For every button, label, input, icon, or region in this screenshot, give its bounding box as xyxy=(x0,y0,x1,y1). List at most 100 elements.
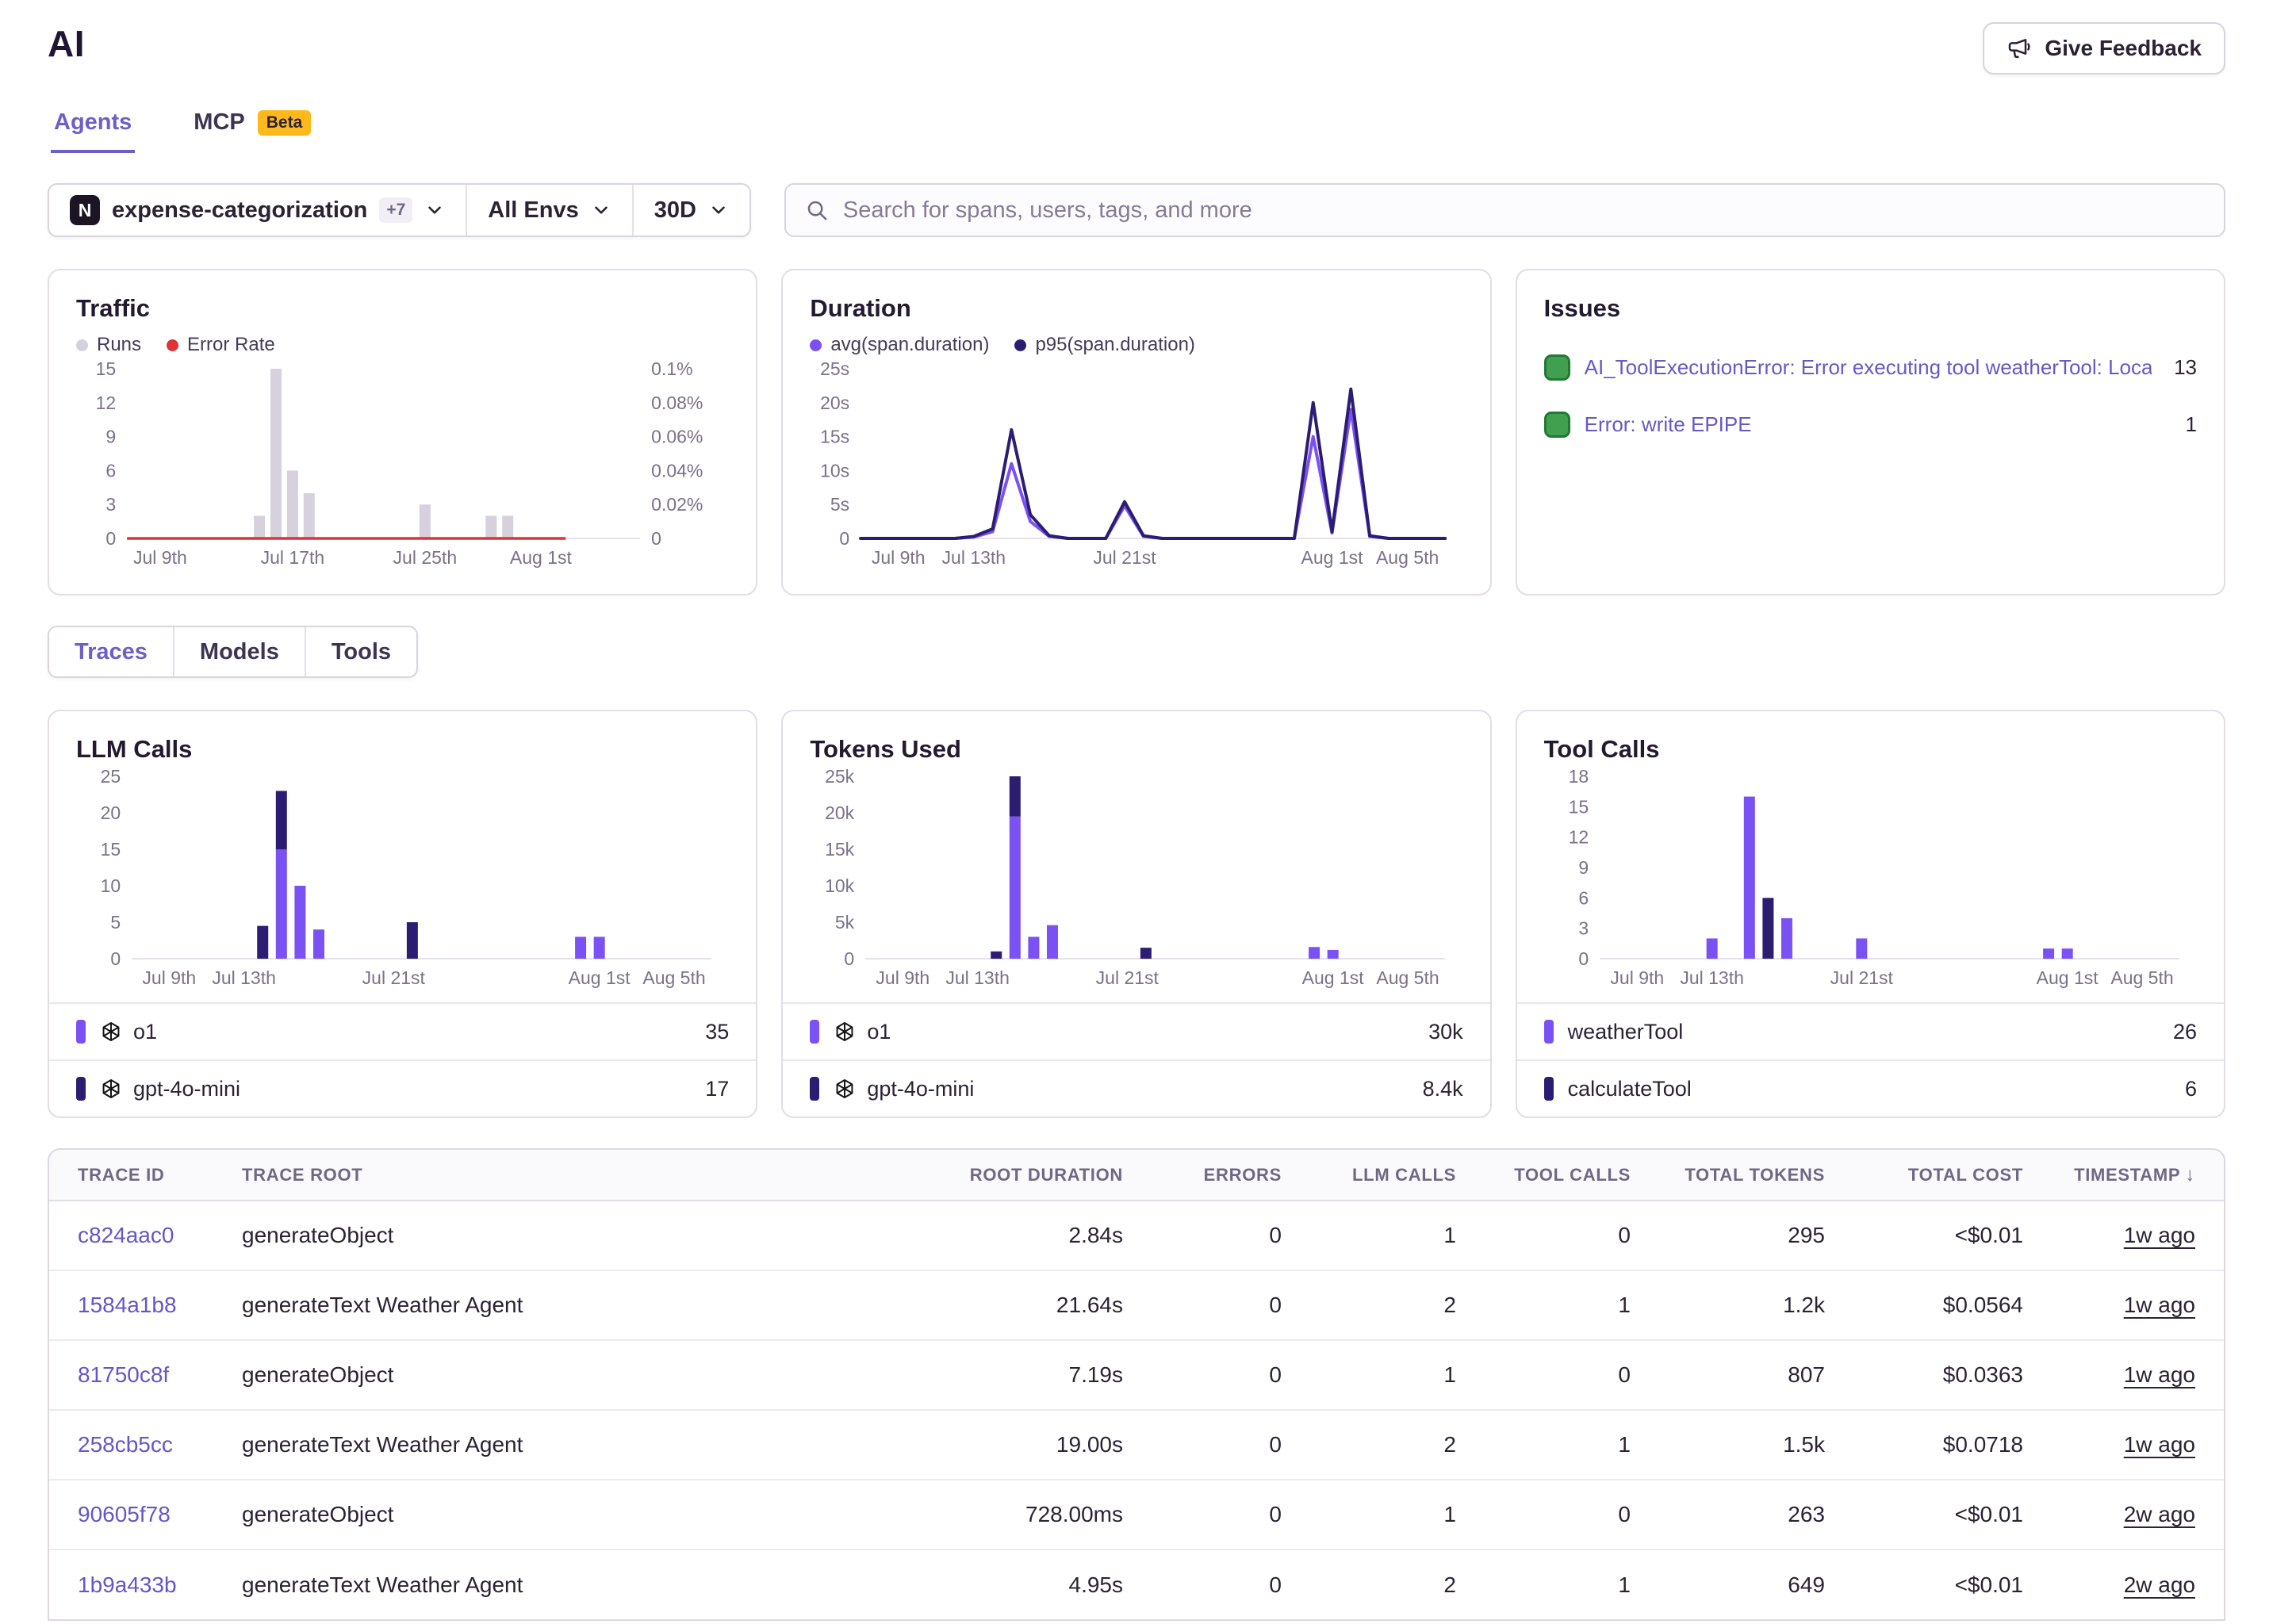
search-bar[interactable] xyxy=(784,183,2225,237)
svg-text:20s: 20s xyxy=(820,393,849,413)
legend-dot xyxy=(1014,339,1026,351)
subtab-tools[interactable]: Tools xyxy=(305,627,416,676)
tab-agents-label: Agents xyxy=(54,109,132,136)
filter-row: N expense-categorization +7 All Envs 30D xyxy=(48,183,2225,237)
issue-count: 1 xyxy=(2186,412,2197,437)
cell-timestamp: 2w ago xyxy=(2037,1480,2224,1549)
cell-total-tokens: 295 xyxy=(1645,1201,1839,1270)
table-row[interactable]: 258cb5ccgenerateText Weather Agent19.00s… xyxy=(49,1410,2224,1480)
legend-total-row[interactable]: o130k xyxy=(783,1002,1489,1059)
chevron-down-icon xyxy=(591,200,611,220)
project-filter-dropdown[interactable]: N expense-categorization +7 xyxy=(49,185,466,236)
svg-text:12: 12 xyxy=(1568,827,1589,848)
cell-tool-calls: 1 xyxy=(1470,1549,1645,1619)
tab-mcp-label: MCP xyxy=(194,109,244,136)
beta-badge: Beta xyxy=(258,110,312,136)
chevron-down-icon xyxy=(424,200,445,220)
subtab-models[interactable]: Models xyxy=(173,627,305,676)
trace-id-link[interactable]: 1584a1b8 xyxy=(78,1293,177,1317)
column-header-errors[interactable]: ERRORS xyxy=(1137,1150,1296,1201)
issue-row[interactable]: Error: write EPIPE 1 xyxy=(1544,396,2197,453)
svg-text:6: 6 xyxy=(105,460,116,481)
environment-filter-dropdown[interactable]: All Envs xyxy=(466,185,631,236)
table-row[interactable]: 81750c8fgenerateObject7.19s010807$0.0363… xyxy=(49,1340,2224,1410)
tool-calls-card-title: Tool Calls xyxy=(1544,735,2197,764)
column-header-total-tokens[interactable]: TOTAL TOKENS xyxy=(1645,1150,1839,1201)
cell-errors: 0 xyxy=(1137,1340,1296,1410)
column-label: TRACE ROOT xyxy=(242,1165,362,1185)
svg-text:9: 9 xyxy=(105,427,116,447)
give-feedback-button[interactable]: Give Feedback xyxy=(1983,22,2225,75)
llm-calls-card: LLM Calls 0510152025Jul 9thJul 13thJul 2… xyxy=(48,710,757,1118)
column-header-root-duration[interactable]: ROOT DURATION xyxy=(915,1150,1137,1201)
series-name: o1 xyxy=(867,1020,891,1044)
svg-text:Jul 9th: Jul 9th xyxy=(133,547,187,568)
table-row[interactable]: 1584a1b8generateText Weather Agent21.64s… xyxy=(49,1270,2224,1340)
cell-llm-calls: 2 xyxy=(1296,1549,1470,1619)
trace-id-link[interactable]: 90605f78 xyxy=(78,1502,171,1526)
cell-llm-calls: 1 xyxy=(1296,1480,1470,1549)
column-header-trace-id[interactable]: TRACE ID xyxy=(49,1150,228,1201)
column-header-tool-calls[interactable]: TOOL CALLS xyxy=(1470,1150,1645,1201)
tokens-used-legend: o130kgpt-4o-mini8.4k xyxy=(783,1002,1489,1116)
trace-id-link[interactable]: c824aac0 xyxy=(78,1223,174,1247)
cell-trace-root: generateObject xyxy=(228,1480,915,1549)
table-row[interactable]: c824aac0generateObject2.84s010295<$0.011… xyxy=(49,1201,2224,1270)
subtab-traces[interactable]: Traces xyxy=(49,627,173,676)
tab-agents[interactable]: Agents xyxy=(51,103,135,153)
timestamp-value: 1w ago xyxy=(2124,1293,2195,1317)
search-input[interactable] xyxy=(843,197,2205,224)
legend-label: p95(span.duration) xyxy=(1035,334,1194,356)
series-swatch xyxy=(1544,1077,1554,1101)
svg-text:0.1%: 0.1% xyxy=(651,361,692,379)
series-swatch xyxy=(1544,1020,1554,1044)
cell-total-cost: <$0.01 xyxy=(1839,1201,2037,1270)
column-header-timestamp[interactable]: TIMESTAMP↓ xyxy=(2037,1150,2224,1201)
trace-id-link[interactable]: 81750c8f xyxy=(78,1362,169,1387)
legend-total-row[interactable]: o135 xyxy=(49,1002,756,1059)
legend-total-row[interactable]: weatherTool26 xyxy=(1517,1002,2224,1059)
svg-text:15: 15 xyxy=(101,839,121,860)
svg-text:0.06%: 0.06% xyxy=(651,427,703,447)
column-header-trace-root[interactable]: TRACE ROOT xyxy=(228,1150,915,1201)
issue-count: 13 xyxy=(2174,355,2197,380)
legend-label: Runs xyxy=(97,334,141,356)
table-row[interactable]: 90605f78generateObject728.00ms010263<$0.… xyxy=(49,1480,2224,1549)
issue-row[interactable]: AI_ToolExecutionError: Error executing t… xyxy=(1544,339,2197,396)
duration-card-title: Duration xyxy=(810,294,1462,323)
ai-dashboard-page: AI Give Feedback Agents MCP Beta N expen… xyxy=(0,0,2273,1621)
svg-text:12: 12 xyxy=(96,393,117,413)
tab-mcp[interactable]: MCP Beta xyxy=(190,103,314,153)
cell-root-duration: 7.19s xyxy=(915,1340,1137,1410)
trace-id-link[interactable]: 1b9a433b xyxy=(78,1572,177,1597)
legend-item: p95(span.duration) xyxy=(1014,334,1194,356)
svg-text:Aug 5th: Aug 5th xyxy=(1376,547,1439,568)
duration-card: Duration avg(span.duration) p95(span.dura… xyxy=(781,269,1491,596)
legend-item: avg(span.duration) xyxy=(810,334,989,356)
svg-text:6: 6 xyxy=(1578,887,1589,908)
issues-card-title: Issues xyxy=(1544,294,2197,323)
legend-total-row[interactable]: gpt-4o-mini17 xyxy=(49,1059,756,1116)
timestamp-value: 1w ago xyxy=(2124,1362,2195,1387)
tokens-used-card-title: Tokens Used xyxy=(810,735,1462,764)
column-header-total-cost[interactable]: TOTAL COST xyxy=(1839,1150,2037,1201)
table-row[interactable]: 1b9a433bgenerateText Weather Agent4.95s0… xyxy=(49,1549,2224,1619)
traffic-chart: 0369121500.02%0.04%0.06%0.08%0.1%Jul 9th… xyxy=(76,361,729,570)
legend-total-row[interactable]: gpt-4o-mini8.4k xyxy=(783,1059,1489,1116)
legend-total-row[interactable]: calculateTool6 xyxy=(1517,1059,2224,1116)
svg-text:Jul 25th: Jul 25th xyxy=(393,547,458,568)
series-swatch xyxy=(76,1020,86,1044)
legend-dot xyxy=(810,339,822,351)
cell-timestamp: 1w ago xyxy=(2037,1201,2224,1270)
trace-id-link[interactable]: 258cb5cc xyxy=(78,1432,173,1457)
subtabs-wrap: TracesModelsTools xyxy=(48,626,2225,678)
issue-title-link[interactable]: AI_ToolExecutionError: Error executing t… xyxy=(1585,355,2152,380)
svg-text:0: 0 xyxy=(105,528,116,549)
timestamp-value: 1w ago xyxy=(2124,1223,2195,1247)
series-total: 35 xyxy=(705,1020,729,1044)
cell-trace-id: 90605f78 xyxy=(49,1480,228,1549)
date-range-filter-dropdown[interactable]: 30D xyxy=(632,185,749,236)
timestamp-value: 1w ago xyxy=(2124,1432,2195,1457)
column-header-llm-calls[interactable]: LLM CALLS xyxy=(1296,1150,1470,1201)
issue-title-link[interactable]: Error: write EPIPE xyxy=(1585,412,2164,437)
